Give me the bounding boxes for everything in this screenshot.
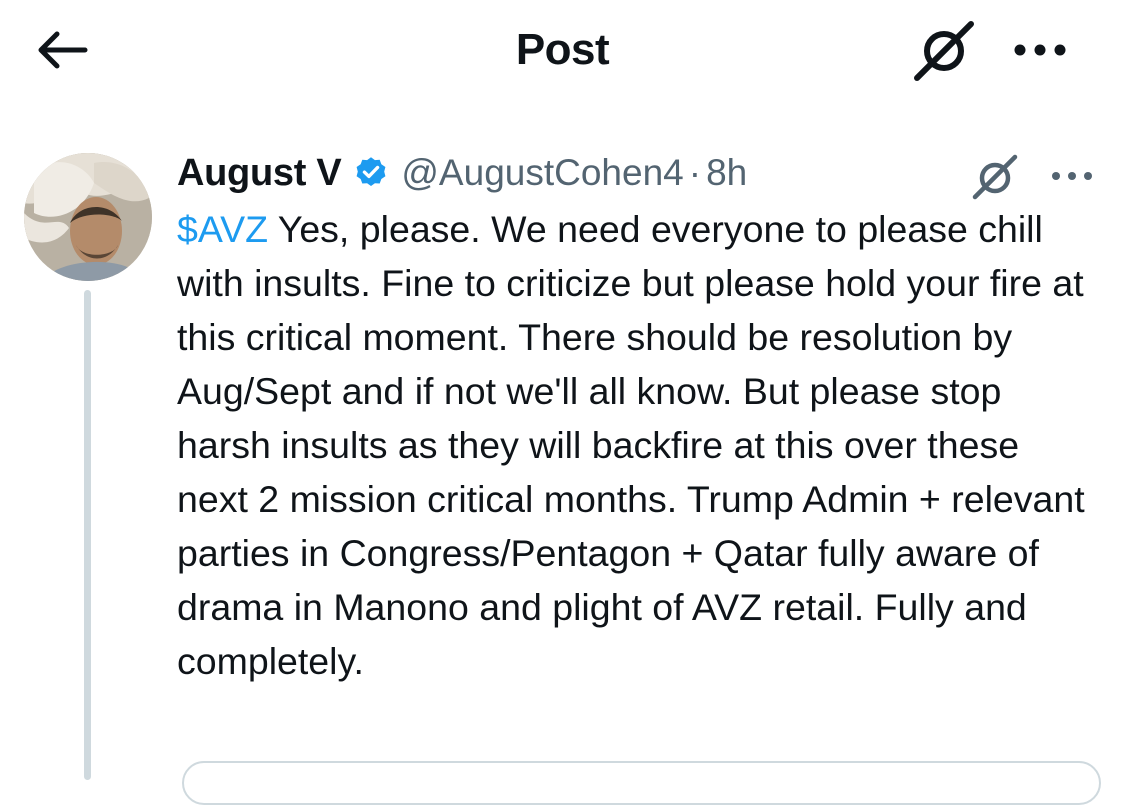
cashtag-link[interactable]: $AVZ xyxy=(177,208,268,250)
avatar-photo xyxy=(24,153,152,281)
more-options-button[interactable] xyxy=(1008,30,1072,70)
quoted-card-edge[interactable] xyxy=(182,761,1101,805)
more-horizontal-icon xyxy=(1052,172,1092,180)
author-display-name[interactable]: August V xyxy=(177,152,342,195)
post-more-button[interactable] xyxy=(1048,161,1096,191)
author-handle[interactable]: @AugustCohen4 xyxy=(401,152,683,194)
post-grok-button[interactable] xyxy=(966,151,1024,203)
post: August V @AugustCohen4 · 8h $AVZ Yes, pl… xyxy=(0,105,1125,805)
grok-icon xyxy=(914,21,974,81)
arrow-left-icon xyxy=(38,31,88,69)
page-title: Post xyxy=(515,25,610,74)
avatar[interactable] xyxy=(24,153,152,281)
top-bar: Post xyxy=(0,0,1125,105)
post-timestamp[interactable]: 8h xyxy=(706,152,747,194)
thread-line xyxy=(84,290,91,780)
post-text: Yes, please. We need everyone to please … xyxy=(177,208,1085,682)
more-horizontal-icon xyxy=(1014,44,1066,56)
verified-badge-icon xyxy=(353,155,389,191)
grok-icon xyxy=(972,154,1018,200)
post-author-row: August V @AugustCohen4 · 8h xyxy=(177,147,747,199)
grok-button[interactable] xyxy=(908,18,980,84)
separator-dot: · xyxy=(688,152,702,193)
post-body: $AVZ Yes, please. We need everyone to pl… xyxy=(177,202,1092,688)
back-button[interactable] xyxy=(30,22,92,78)
